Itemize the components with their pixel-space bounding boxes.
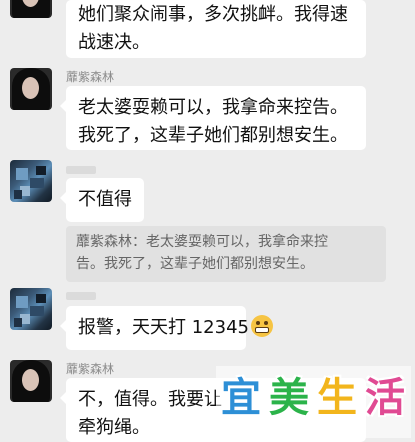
message-line: 我死了，这辈子她们都别想安生。	[78, 125, 348, 146]
message-line: 她们聚众闹事，多次挑衅。我得速	[78, 4, 348, 25]
avatar-pixel	[14, 318, 22, 327]
quote-line: 蘼紫森林：老太婆耍赖可以，我拿命来控	[76, 234, 328, 250]
message-bubble[interactable]: 报警，天天打 12345	[60, 306, 273, 350]
avatar-pixel	[36, 294, 46, 303]
avatar-sender-woman[interactable]	[10, 68, 52, 110]
message-line: 不值得	[78, 189, 132, 210]
sender-name: 蘼紫森林	[66, 362, 115, 376]
avatar-pixel	[14, 190, 22, 199]
watermark-char: 生	[317, 375, 357, 421]
grin-emoji-icon	[250, 315, 273, 337]
avatar-pixel	[30, 306, 44, 316]
sender-name-blurred	[66, 292, 96, 300]
watermark-char: 活	[365, 375, 405, 421]
watermark-char: 美	[269, 375, 309, 421]
message-line: 报警，天天打 12345	[78, 314, 273, 342]
avatar-sender-woman[interactable]	[10, 0, 52, 18]
avatar-pixel	[16, 168, 28, 180]
sender-name: 蘼紫森林	[66, 70, 115, 84]
avatar-face	[22, 77, 39, 99]
avatar-pixel	[30, 178, 44, 188]
avatar-pixel	[36, 166, 46, 175]
quoted-message[interactable]: 蘼紫森林：老太婆耍赖可以，我拿命来控 告。我死了，这辈子她们都别想安生。	[66, 226, 386, 282]
message-line: 战速决。	[78, 32, 150, 53]
quote-line: 告。我死了，这辈子她们都别想安生。	[76, 256, 314, 272]
avatar-sender-blurred[interactable]	[10, 288, 52, 330]
message-bubble[interactable]: 她们聚众闹事，多次挑衅。我得速 战速决。	[66, 0, 366, 58]
message-text: 报警，天天打 12345	[78, 317, 249, 338]
watermark: 宜 美 生 活	[216, 366, 411, 438]
avatar-face	[22, 369, 39, 391]
avatar-pixel	[16, 296, 28, 308]
watermark-char: 宜	[221, 375, 261, 421]
message-bubble[interactable]: 不值得	[60, 178, 144, 222]
sender-name-blurred	[66, 166, 96, 174]
message-bubble[interactable]: 老太婆耍赖可以，我拿命来控告。 我死了，这辈子她们都别想安生。	[60, 86, 366, 150]
avatar-sender-blurred[interactable]	[10, 160, 52, 202]
avatar-sender-woman[interactable]	[10, 360, 52, 402]
emoji-mouth	[254, 327, 269, 333]
message-line: 老太婆耍赖可以，我拿命来控告。	[78, 97, 348, 118]
